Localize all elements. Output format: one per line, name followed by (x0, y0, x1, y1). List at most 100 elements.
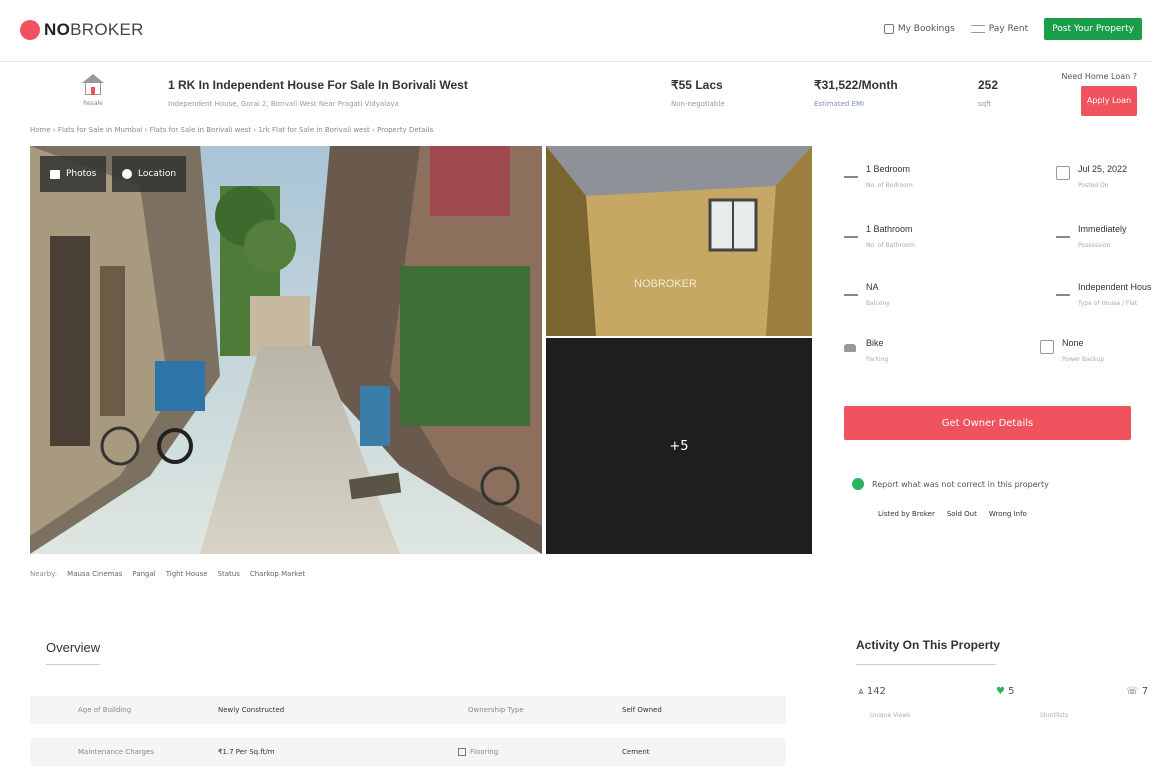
detail-posted-on: Jul 25, 2022 Posted On (1056, 160, 1152, 208)
lane-photo (30, 146, 542, 554)
detail-label: Type of House / Flat (1078, 300, 1138, 307)
detail-label: Balcony (866, 300, 890, 307)
car-icon (844, 344, 856, 352)
room-photo-image (546, 146, 812, 336)
post-property-button[interactable]: Post Your Property (1044, 18, 1142, 40)
detail-value: Independent House (1078, 282, 1152, 292)
nobroker-watermark: NOBROKER (634, 278, 697, 290)
price-note: Non-negotiable (671, 100, 725, 108)
location-pin-icon (122, 169, 132, 179)
property-address: Independent House, Gorai 2, Borivali Wes… (168, 100, 399, 108)
house-icon (82, 74, 104, 96)
overview-key: Maintenance Charges (78, 748, 155, 756)
pay-rent-label: Pay Rent (988, 24, 1029, 34)
photos-label: Photos (66, 169, 97, 179)
my-bookings-label: My Bookings (897, 24, 955, 34)
nearby-item[interactable]: Tight House (166, 570, 208, 578)
more-photos-count: +5 (669, 438, 689, 454)
property-title: 1 RK In Independent House For Sale In Bo… (168, 78, 468, 92)
calendar-icon (1056, 166, 1070, 180)
detail-possession: Immediately Possession (1056, 220, 1152, 268)
detail-value: 1 Bathroom (866, 224, 913, 234)
top-header: NOBROKER My Bookings Pay Rent Post Your … (0, 0, 1152, 62)
photos-button[interactable]: Photos (40, 156, 107, 192)
area-block: 252 sqft (978, 78, 998, 108)
detail-label: Parking (866, 356, 889, 363)
detail-label: No. of Bedroom (866, 182, 913, 189)
report-option-wrong-info[interactable]: Wrong Info (989, 510, 1027, 518)
detail-value: Jul 25, 2022 (1078, 164, 1128, 174)
bath-icon (844, 228, 858, 238)
detail-house-type: Independent House Type of House / Flat (1056, 278, 1152, 326)
overview-key: Age of Building (78, 706, 132, 714)
overview-underline (46, 664, 100, 665)
shortlists-value: 5 (1008, 686, 1015, 697)
get-owner-details-button[interactable]: Get Owner Details (844, 406, 1131, 440)
overview-key: Ownership Type (468, 706, 524, 714)
detail-value: Immediately (1078, 224, 1127, 234)
nearby-label: Nearby: (30, 570, 58, 578)
detail-label: Possession (1078, 242, 1111, 249)
main-photo[interactable]: Photos Location (30, 146, 542, 554)
bed-icon (844, 168, 858, 178)
building-icon (1056, 286, 1070, 296)
overview-key: Flooring (458, 748, 498, 756)
views-count: ⩓ 142 (858, 686, 886, 697)
balcony-icon (844, 286, 858, 296)
shortlists-count: ♥ 5 (996, 686, 1015, 697)
breadcrumb[interactable]: Home › Flats for Sale in Mumbai › Flats … (30, 126, 433, 134)
detail-balcony: NA Balcony (844, 278, 984, 326)
activity-title: Activity On This Property (856, 638, 1001, 652)
apply-loan-button[interactable]: Apply Loan (1081, 86, 1137, 116)
location-button[interactable]: Location (112, 156, 187, 192)
pay-rent-link[interactable]: Pay Rent (970, 24, 1029, 34)
report-icon (852, 478, 864, 490)
header-links: My Bookings Pay Rent Post Your Property (883, 18, 1142, 40)
flooring-icon (458, 748, 466, 756)
detail-parking: Bike Parking (844, 334, 984, 382)
detail-bathroom: 1 Bathroom No. of Bathroom (844, 220, 984, 268)
home-loan-block: Need Home Loan ? Apply Loan (1061, 72, 1137, 116)
logo-bold: NO (44, 20, 71, 39)
area-value: 252 (978, 78, 999, 92)
nearby-item[interactable]: Mausa Cinemas (67, 570, 122, 578)
overview-row: Age of Building Newly Constructed Owners… (30, 696, 786, 724)
overview-value: Self Owned (622, 706, 662, 714)
nearby-item[interactable]: Charkop Market (250, 570, 305, 578)
contacted-count: ☏ 7 (1126, 686, 1148, 697)
detail-power-backup: None Power Backup (1040, 334, 1152, 382)
room-photo[interactable]: NOBROKER (546, 146, 812, 336)
report-option-broker[interactable]: Listed by Broker (878, 510, 935, 518)
detail-label: Power Backup (1062, 356, 1105, 363)
overview-value: ₹1.7 Per Sq.ft/m (218, 748, 275, 756)
report-text[interactable]: Report what was not correct in this prop… (872, 480, 1049, 489)
battery-icon (1040, 340, 1054, 354)
nearby-item[interactable]: Pangal (132, 570, 155, 578)
contact-icon: ☏ (1126, 686, 1142, 697)
views-icon: ⩓ (858, 686, 867, 697)
detail-value: 1 Bedroom (866, 164, 911, 174)
property-type: Resale (78, 74, 108, 107)
more-photos-tile[interactable]: +5 (546, 338, 812, 554)
nearby-item[interactable]: Status (218, 570, 240, 578)
overview-title: Overview (46, 640, 101, 655)
logo-dot-icon (20, 20, 40, 40)
key-icon (1056, 228, 1070, 238)
pay-rent-icon (970, 25, 985, 33)
emi-note[interactable]: Estimated EMI (814, 100, 898, 108)
emi-value: ₹31,522/Month (814, 78, 898, 92)
views-label: Unique Views (870, 712, 911, 719)
property-header: Resale 1 RK In Independent House For Sal… (30, 70, 1145, 126)
views-value: 142 (866, 686, 886, 697)
camera-icon (50, 169, 60, 179)
nobroker-logo[interactable]: NOBROKER (20, 20, 144, 40)
report-options: Listed by Broker Sold Out Wrong Info (878, 510, 1027, 518)
detail-label: No. of Bathroom (866, 242, 916, 249)
area-unit: sqft (978, 100, 992, 108)
my-bookings-link[interactable]: My Bookings (883, 24, 955, 34)
detail-bedroom: 1 Bedroom No. of Bedroom (844, 160, 984, 208)
bookings-icon (883, 24, 894, 34)
report-option-sold-out[interactable]: Sold Out (947, 510, 977, 518)
flooring-key-label: Flooring (470, 748, 499, 756)
activity-underline (856, 664, 996, 665)
